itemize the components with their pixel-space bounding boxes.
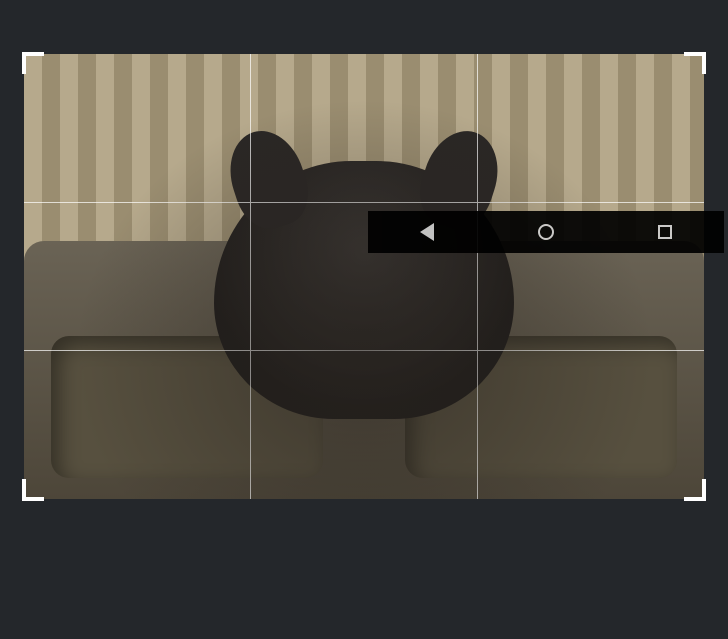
nav-back-icon[interactable] <box>420 223 434 241</box>
android-navbar <box>368 211 724 253</box>
image-background <box>368 241 704 499</box>
crop-grid <box>368 54 704 499</box>
nav-home-icon[interactable] <box>538 224 554 240</box>
phone-right: ASPECT RATIO ROTATE TRANSFORM Full Auto … <box>368 4 724 635</box>
image-subject <box>368 161 514 419</box>
crop-handle-tr[interactable] <box>684 52 706 74</box>
crop-handle-br[interactable] <box>684 479 706 501</box>
image-stage[interactable] <box>368 4 724 635</box>
crop-frame[interactable] <box>368 54 704 499</box>
nav-recent-icon[interactable] <box>658 225 672 239</box>
